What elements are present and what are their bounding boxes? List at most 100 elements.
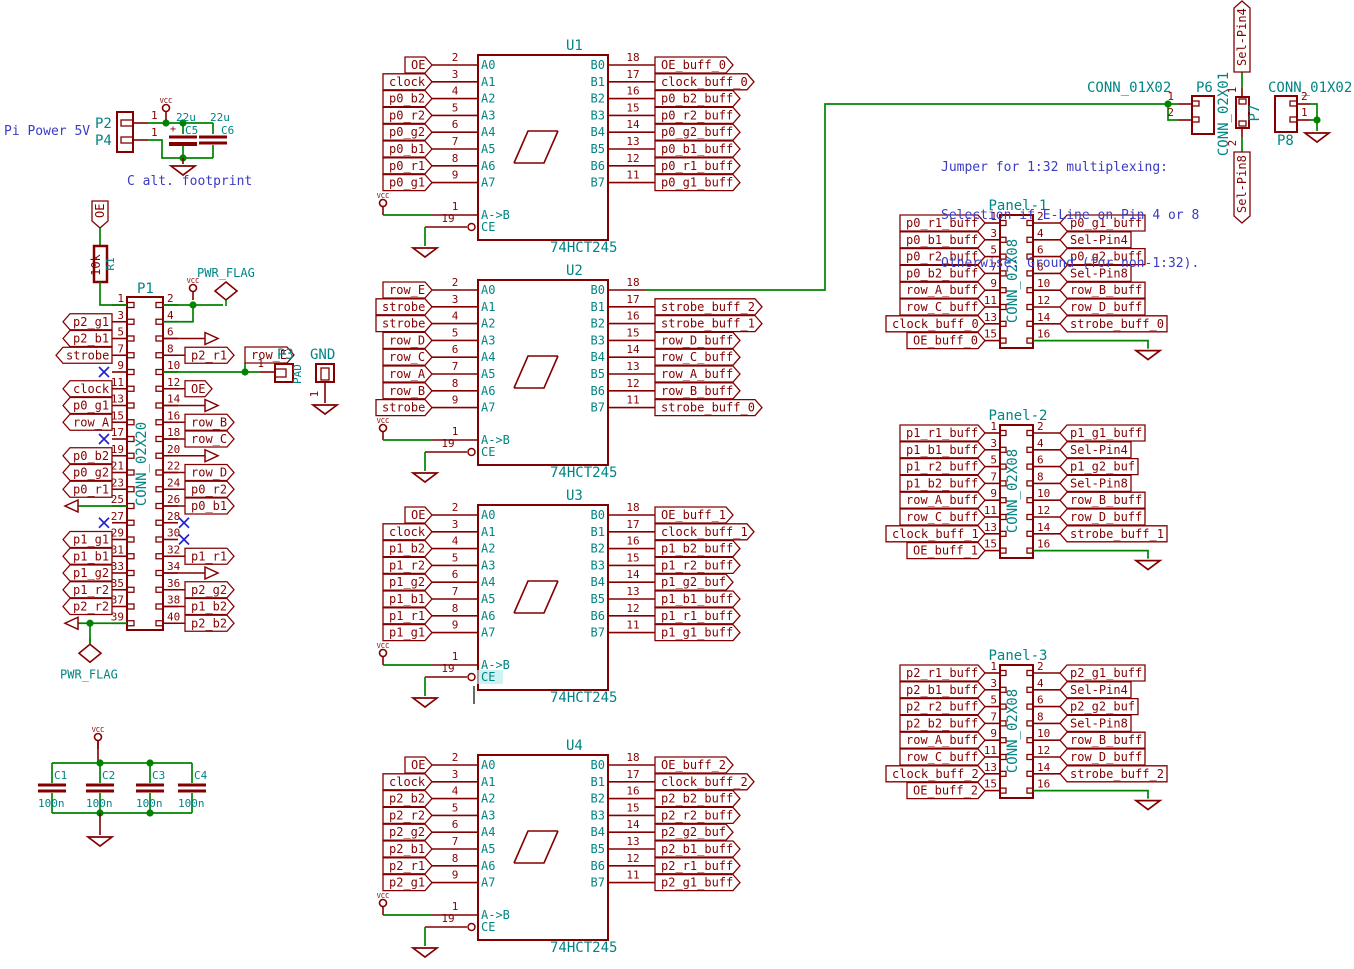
pwr-flag-symbol[interactable]	[215, 282, 237, 306]
net-label-p2_b2[interactable]: p2_b2	[185, 615, 234, 631]
net-label-clock_buff_1[interactable]: clock_buff_1	[655, 524, 754, 540]
net-label-p1_g2[interactable]: p1_g2	[383, 574, 432, 590]
value-Panel-3[interactable]: CONN_02X08	[1005, 689, 1021, 773]
net-label-row_C[interactable]: row_C	[383, 349, 432, 365]
net-label-p1_b2_buff[interactable]: p1_b2_buff	[655, 541, 740, 557]
ref-P6[interactable]: P6	[1196, 80, 1213, 96]
pi-power-title[interactable]: Pi Power 5V	[4, 124, 90, 140]
net-label-p0_b1_buff[interactable]: p0_b1_buff	[655, 141, 740, 157]
net-label-p2_g1[interactable]: p2_g1	[383, 875, 432, 891]
open-arrow-flag[interactable]	[205, 333, 218, 345]
net-label-p1_b1_buff[interactable]: p1_b1_buff	[900, 442, 985, 458]
ref-U4[interactable]: U4	[566, 738, 583, 754]
net-label-strobe[interactable]: strobe	[56, 347, 112, 363]
net-label-p0_g2[interactable]: p0_g2	[383, 124, 432, 140]
net-label-strobe[interactable]: strobe	[376, 316, 432, 332]
ref-P8[interactable]: P8	[1277, 133, 1294, 149]
pwr-flag-symbol[interactable]	[79, 638, 101, 662]
gnd-symbol[interactable]	[1136, 351, 1160, 360]
net-label-p2_b2_buff[interactable]: p2_b2_buff	[655, 791, 740, 807]
net-label-p1_r2[interactable]: p1_r2	[63, 582, 112, 598]
net-label-p2_b1[interactable]: p2_b1	[63, 331, 112, 347]
net-label-OE_buff_1[interactable]: OE_buff_1	[907, 543, 985, 559]
value-U2[interactable]: 74HCT245	[550, 465, 617, 481]
net-label-row_A_buff[interactable]: row_A_buff	[900, 732, 985, 748]
gnd-symbol[interactable]	[1136, 561, 1160, 570]
gnd-symbol[interactable]	[413, 948, 437, 957]
net-label-strobe_buff_0[interactable]: strobe_buff_0	[655, 400, 762, 416]
net-label-Sel-Pin8[interactable]: Sel-Pin8	[1234, 152, 1250, 223]
value-R1[interactable]: 10k	[89, 253, 103, 275]
connector-P8[interactable]: CONN_01X02P821	[1268, 80, 1352, 149]
net-label-p1_r1_buff[interactable]: p1_r1_buff	[655, 608, 740, 624]
jumper-note[interactable]: Jumper for 1:32 multiplexing: Selection …	[941, 128, 1199, 304]
net-label-OE_buff_0[interactable]: OE_buff_0	[655, 57, 733, 73]
net-label-clock[interactable]: clock	[383, 524, 432, 540]
capacitor-C4[interactable]: C4100n	[178, 763, 208, 813]
no-connect-x[interactable]	[99, 518, 109, 528]
net-label-p1_r1[interactable]: p1_r1	[383, 608, 432, 624]
net-label-row_A_buff[interactable]: row_A_buff	[655, 366, 740, 382]
net-label-p2_g2_buf[interactable]: p2_g2_buf	[655, 824, 733, 840]
net-label-p1_g2_buf[interactable]: p1_g2_buf	[655, 574, 733, 590]
net-label-row_A[interactable]: row_A	[63, 414, 112, 430]
net-label-OE[interactable]: OE	[405, 57, 432, 73]
net-label-p2_g1_buff[interactable]: p2_g1_buff	[1060, 665, 1145, 681]
net-label-strobe_buff_1[interactable]: strobe_buff_1	[1060, 526, 1167, 542]
gnd-symbol[interactable]	[88, 837, 112, 846]
ref-U2[interactable]: U2	[566, 263, 583, 279]
gnd-symbol[interactable]	[1305, 133, 1329, 142]
net-label-p1_r2_buff[interactable]: p1_r2_buff	[900, 459, 985, 475]
net-label-p2_r1_buff[interactable]: p2_r1_buff	[900, 665, 985, 681]
net-label-p1_g2_buf[interactable]: p1_g2_buf	[1060, 459, 1138, 475]
net-label-p2_r2[interactable]: p2_r2	[383, 807, 432, 823]
net-label-OE[interactable]: OE	[185, 381, 212, 397]
c-alt-footprint-note[interactable]: C alt. footprint	[127, 174, 252, 190]
ref-R1[interactable]: R1	[104, 257, 117, 270]
net-label-strobe[interactable]: strobe	[376, 299, 432, 315]
net-label-strobe_buff_2[interactable]: strobe_buff_2	[1060, 766, 1167, 782]
net-label-p2_r1[interactable]: p2_r1	[383, 858, 432, 874]
vcc-symbol[interactable]: VCC	[187, 277, 200, 300]
ref-U1[interactable]: U1	[566, 38, 583, 54]
net-label-strobe_buff_1[interactable]: strobe_buff_1	[655, 316, 762, 332]
net-label-row_C_buff[interactable]: row_C_buff	[655, 349, 740, 365]
value-C6[interactable]: 22u	[210, 111, 230, 124]
net-label-Sel-Pin4[interactable]: Sel-Pin4	[1234, 1, 1250, 72]
value-P8[interactable]: CONN_01X02	[1268, 80, 1352, 96]
net-label-p0_b1[interactable]: p0_b1	[383, 141, 432, 157]
open-arrow-flag[interactable]	[205, 400, 218, 412]
capacitor-C1[interactable]: C1100n	[38, 763, 67, 813]
net-label-p1_g1_buff[interactable]: p1_g1_buff	[655, 625, 740, 641]
net-label-strobe_buff_0[interactable]: strobe_buff_0	[1060, 316, 1167, 332]
ref-C1[interactable]: C1	[54, 769, 67, 782]
net-label-row_D_buff[interactable]: row_D_buff	[1060, 509, 1145, 525]
ref-C6[interactable]: C6	[221, 124, 234, 137]
net-label-Sel-Pin8[interactable]: Sel-Pin8	[1060, 715, 1131, 731]
net-label-p2_g1[interactable]: p2_g1	[63, 314, 112, 330]
capacitor-C3[interactable]: C3100n	[136, 763, 165, 813]
net-label-row_C_buff[interactable]: row_C_buff	[900, 749, 985, 765]
net-label-Sel-Pin4[interactable]: Sel-Pin4	[1234, 1, 1250, 72]
no-connect-x[interactable]	[179, 518, 189, 528]
open-arrow-flag[interactable]	[65, 500, 78, 512]
net-label-p2_b2_buff[interactable]: p2_b2_buff	[900, 715, 985, 731]
net-label-OE_buff_1[interactable]: OE_buff_1	[655, 507, 733, 523]
gnd-symbol[interactable]	[413, 698, 437, 707]
value-C5[interactable]: 22u	[176, 111, 196, 124]
net-label-row_D[interactable]: row_D	[185, 465, 234, 481]
net-label-p1_b1[interactable]: p1_b1	[63, 548, 112, 564]
net-label-p2_b1[interactable]: p2_b1	[383, 841, 432, 857]
net-label-p2_r1_buff[interactable]: p2_r1_buff	[655, 858, 740, 874]
net-label-OE[interactable]: OE	[92, 201, 108, 228]
net-label-p2_r1[interactable]: p2_r1	[185, 347, 234, 363]
net-label-row_B[interactable]: row_B	[383, 383, 432, 399]
capacitor-C6[interactable]: 22uC6	[199, 111, 234, 158]
resistor-R1[interactable]: 10kR1	[89, 246, 117, 282]
net-label-row_B_buff[interactable]: row_B_buff	[655, 383, 740, 399]
net-label-clock[interactable]: clock	[63, 381, 112, 397]
ref-P2[interactable]: P2	[95, 116, 112, 132]
net-label-p1_b2[interactable]: p1_b2	[185, 599, 234, 615]
open-arrow-flag[interactable]	[205, 450, 218, 462]
net-label-p0_r1[interactable]: p0_r1	[63, 481, 112, 497]
